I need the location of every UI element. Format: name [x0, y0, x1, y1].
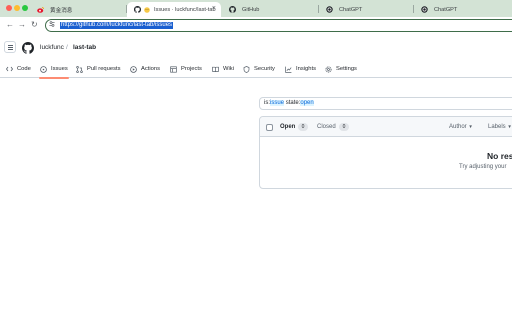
code-icon	[6, 66, 13, 72]
closed-issues-tab[interactable]: Closed	[317, 123, 336, 131]
hamburger-menu-button[interactable]	[4, 41, 16, 53]
github-logo-icon[interactable]	[22, 41, 34, 59]
address-bar[interactable]: https://github.com/luckfunc/last-tab/iss…	[45, 19, 512, 32]
tab-label: Code	[17, 66, 31, 72]
browser-tab-2[interactable]: Issues · luckfunc/last-tab ×	[127, 2, 221, 17]
tab-pull-requests[interactable]: Pull requests	[76, 62, 121, 76]
tab-issues[interactable]: Issues	[39, 62, 69, 79]
tab-label: Settings	[336, 66, 357, 72]
tab-label: Issues	[51, 66, 68, 72]
tab-title: GitHub	[242, 6, 260, 13]
graph-icon	[285, 66, 292, 73]
tab-title: ChatGPT	[434, 6, 458, 13]
labels-filter[interactable]: Labels ▼	[488, 123, 512, 131]
gear-icon	[325, 65, 332, 73]
play-icon	[130, 65, 137, 73]
repo-name-link[interactable]: last-tab	[73, 44, 96, 52]
forward-arrow-icon[interactable]: →	[18, 19, 26, 31]
open-issues-tab[interactable]: Open	[280, 123, 295, 131]
tab-wiki[interactable]: Wiki	[212, 62, 234, 76]
closed-count-badge: 0	[339, 123, 349, 131]
reload-icon[interactable]: ↻	[31, 19, 38, 31]
search-qualifier-key: state:	[285, 100, 301, 106]
tab-label: Wiki	[223, 66, 234, 72]
filter-label: Labels	[488, 124, 506, 130]
blankslate-title: No res	[487, 151, 512, 161]
tab-label: Insights	[296, 66, 316, 72]
triangle-down-icon: ▼	[507, 124, 512, 129]
maximize-window-button[interactable]	[22, 5, 28, 11]
tab-security[interactable]: Security	[243, 62, 275, 76]
triangle-down-icon: ▼	[468, 124, 473, 129]
tab-label: Pull requests	[87, 66, 121, 72]
breadcrumb-separator: /	[66, 44, 68, 51]
chatgpt-icon	[326, 6, 333, 13]
browser-tab-4[interactable]: ChatGPT	[319, 2, 413, 17]
tab-projects[interactable]: Projects	[170, 62, 202, 76]
table-icon	[170, 65, 177, 73]
close-window-button[interactable]	[6, 5, 12, 11]
chatgpt-icon	[421, 6, 428, 13]
open-count-badge: 0	[298, 123, 308, 131]
issue-opened-icon	[40, 65, 47, 73]
browser-tab-5[interactable]: ChatGPT	[414, 2, 512, 17]
minimize-window-button[interactable]	[14, 5, 20, 11]
repo-owner-link[interactable]: luckfunc	[40, 44, 64, 52]
tab-title: 黄金消息	[50, 7, 73, 14]
blankslate-description: Try adjusting your	[459, 164, 507, 170]
github-icon	[134, 6, 141, 13]
menu-bar	[8, 45, 13, 46]
browser-tab-1[interactable]: 黄金消息	[30, 2, 126, 17]
menu-bar	[8, 47, 13, 48]
tab-insights[interactable]: Insights	[285, 62, 316, 76]
tab-title: ChatGPT	[339, 6, 363, 13]
browser-toolbar: ← → ↻ https://github.com/luckfunc/last-t…	[0, 17, 512, 34]
audio-emoji-icon	[144, 6, 150, 13]
select-all-checkbox[interactable]	[266, 124, 273, 131]
repo-header: luckfunc / last-tab Code Issues Pull req…	[0, 34, 512, 79]
close-tab-icon[interactable]: ×	[212, 5, 216, 13]
url-text[interactable]: https://github.com/luckfunc/last-tab/iss…	[60, 22, 174, 29]
book-icon	[212, 66, 219, 73]
site-settings-icon[interactable]	[49, 21, 55, 29]
issues-search-input[interactable]: is:issue state:open	[259, 97, 512, 110]
back-arrow-icon[interactable]: ←	[6, 19, 14, 31]
menu-bar	[8, 49, 13, 50]
tab-code[interactable]: Code	[6, 62, 31, 76]
search-qualifier-value: open	[300, 100, 314, 106]
weibo-icon	[37, 6, 44, 13]
shield-icon	[243, 65, 250, 73]
issues-list: Open 0 Closed 0 Author ▼ Labels ▼	[259, 116, 512, 189]
issues-list-header: Open 0 Closed 0 Author ▼ Labels ▼	[260, 117, 512, 137]
browser-tab-strip: 黄金消息 Issues · luckfunc/last-tab × GitHub…	[0, 0, 512, 17]
tab-label: Actions	[141, 66, 161, 72]
browser-tab-3[interactable]: GitHub	[222, 2, 318, 17]
git-pull-request-icon	[76, 65, 83, 73]
tab-settings[interactable]: Settings	[325, 62, 357, 76]
tab-label: Security	[254, 66, 275, 72]
tab-actions[interactable]: Actions	[130, 62, 160, 76]
github-icon	[229, 6, 236, 13]
author-filter[interactable]: Author ▼	[449, 123, 473, 131]
tab-label: Projects	[181, 66, 202, 72]
search-qualifier-value: issue	[270, 100, 285, 106]
filter-label: Author	[449, 124, 467, 130]
